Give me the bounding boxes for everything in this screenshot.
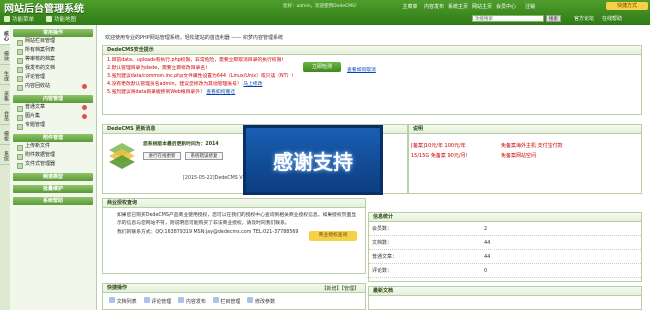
fix-link[interactable]: 马上修改 [243, 82, 262, 87]
license-query-button[interactable]: 商业授权查询 [309, 231, 357, 241]
comment-icon [143, 297, 150, 303]
warn-line: 4.没有更改默认管理员名admin，建议您修改为其他管理账号！ 马上修改 [107, 82, 263, 87]
stats-title: 信息统计 [369, 213, 641, 222]
menu-icon [4, 16, 10, 22]
help-link[interactable]: 在线帮助 [602, 15, 622, 22]
tab-generate[interactable]: 生成 [0, 65, 10, 85]
stat-row: 会员数： 2 [369, 222, 641, 236]
security-title: DedeCMS安全提示 [103, 46, 641, 55]
sidebar-item[interactable]: 图片集 [13, 112, 93, 121]
group-common[interactable]: 常用操作 [13, 29, 93, 37]
add-quick-link[interactable]: 【新增】 [321, 286, 341, 292]
recycle-icon [82, 84, 87, 89]
thanks-text: 感谢支持 [273, 149, 353, 174]
license-text: 如果您已购买DedeCMS产品商业使用授权，您可以在我们的授权中心查询到相关商业… [117, 213, 357, 226]
quick-item[interactable]: 评论管理 [143, 297, 171, 305]
sidebar-item[interactable]: 附件数据管理 [13, 151, 93, 160]
stat-row: 普通文章： 44 [369, 250, 641, 264]
app-title: 网站后台管理系统 [4, 4, 84, 15]
thanks-banner: 感谢支持 [243, 125, 383, 195]
quick-ops-panel: 快捷操作 【新增】【管理】 文档列表 评论管理 内容发布 栏目管理 修改参数 [102, 283, 366, 310]
latest-title: 最新文档 [369, 287, 641, 296]
quick-item[interactable]: 栏目管理 [212, 297, 240, 305]
list-icon [109, 297, 115, 303]
ad-link[interactable]: 免备案海外主机 支付宝付款 [501, 142, 563, 149]
ad-line[interactable]: [备案]10元/年 100元/年 [411, 142, 466, 149]
manage-quick-link[interactable]: 【管理】 [341, 286, 359, 292]
sidebar-item[interactable]: 我发布的文档 [13, 64, 93, 73]
sidebar-item[interactable]: 评论管理 [13, 73, 93, 82]
tab-member[interactable]: 会员 [0, 105, 10, 125]
settings-icon [247, 297, 254, 303]
ad-link[interactable]: 免备案网站空间 [501, 152, 536, 159]
sidebar-item[interactable]: 专题管理 [13, 121, 93, 130]
add-icon[interactable] [82, 105, 87, 110]
search-input[interactable]: 功能搜索 [472, 15, 544, 22]
ad-title: 说明 [409, 125, 641, 134]
sidebar-item[interactable]: 等审核的档案 [13, 55, 93, 64]
left-tabs: 核心 模块 生成 采集 会员 模板 系统 [0, 25, 10, 310]
sidebar-item[interactable]: 普通文章 [13, 103, 93, 112]
tab-template[interactable]: 模板 [0, 125, 10, 145]
nav-logout[interactable]: 注销 [518, 1, 542, 10]
group-batch[interactable]: 批量维护 [13, 185, 93, 193]
update-logo-icon [109, 143, 135, 169]
category-icon [212, 297, 219, 303]
fix-button[interactable]: 系统错误修复 [185, 152, 223, 160]
warn-line: 1.目前data、uploads有执行.php权限，非常危险，需要立即取消目录的… [107, 58, 287, 63]
welcome-text: 您好：admin，欢迎使用DedeCMS！ [283, 4, 360, 9]
check-button[interactable]: 立即检测 [303, 62, 341, 72]
quick-item[interactable]: 修改参数 [247, 297, 275, 305]
stat-row: 文档数： 44 [369, 236, 641, 250]
publish-icon [178, 297, 185, 303]
update-text: 您系统版本最后更新时间为：2014 [143, 142, 219, 147]
tab-system[interactable]: 系统 [0, 145, 10, 165]
nav-member[interactable]: 会员中心 [494, 1, 518, 10]
warn-line: 5.强烈建议将data目录搬移到Web根目录外！ 查看如何搬迁 [107, 90, 236, 95]
add-icon[interactable] [82, 114, 87, 119]
top-header: 网站后台管理系统 功能菜单 功能地图 您好：admin，欢迎使用DedeCMS！… [0, 0, 650, 25]
sidebar-item[interactable]: 文件式管理器 [13, 160, 93, 169]
map-icon [46, 16, 53, 22]
latest-panel: 最新文档 [368, 286, 642, 310]
stats-panel: 信息统计 会员数： 2 文档数： 44 普通文章： 44 评论数： 0 [368, 212, 642, 282]
sidebar-item[interactable]: 上传新文件 [13, 142, 93, 151]
sidebar-item[interactable]: 网站栏目管理 [13, 37, 93, 46]
group-help[interactable]: 系统帮助 [13, 197, 93, 205]
nav-home[interactable]: 系统主页 [446, 1, 470, 10]
stat-row: 评论数： 0 [369, 264, 641, 278]
breadcrumb: 欢迎使用专业的PHP网站管理系统，轻松建站的首选利器 —— 织梦内容管理系统 [105, 35, 283, 41]
forum-link[interactable]: 官方论坛 [574, 15, 594, 22]
cancel-link[interactable]: 查看如何取消 [347, 66, 376, 73]
group-attach[interactable]: 附件管理 [13, 134, 93, 142]
tab-collect[interactable]: 采集 [0, 85, 10, 105]
tab-core[interactable]: 核心 [0, 25, 10, 45]
warn-line: 3.强烈建议data/common.inc.php文件属性设置为644（Linu… [107, 74, 297, 79]
search-button[interactable]: 搜索 [546, 15, 561, 22]
map-link[interactable]: 功能地图 [46, 15, 76, 23]
group-content[interactable]: 内容管理 [13, 95, 93, 103]
nav-site[interactable]: 网站主页 [470, 1, 494, 10]
security-panel: DedeCMS安全提示 1.目前data、uploads有执行.php权限，非常… [102, 45, 642, 115]
quick-menu-button[interactable]: 快捷方式 [606, 2, 648, 10]
license-panel: 商业授权查询 如果您已购买DedeCMS产品商业使用授权，您可以在我们的授权中心… [102, 198, 366, 274]
tab-module[interactable]: 模块 [0, 45, 10, 65]
sidebar-item[interactable]: 内容回收站 [13, 82, 93, 91]
quick-item[interactable]: 内容发布 [178, 297, 206, 305]
ad-line[interactable]: 15/15G 免备案 90元/月！ [411, 152, 471, 159]
nav-main[interactable]: 主菜单 [398, 1, 422, 10]
sidebar: 常用操作 网站栏目管理 所有档案列表 等审核的档案 我发布的文档 评论管理 内容… [10, 25, 97, 310]
sidebar-item[interactable]: 所有档案列表 [13, 46, 93, 55]
nav-publish[interactable]: 内容发布 [422, 1, 446, 10]
group-channel[interactable]: 频道模型 [13, 173, 93, 181]
move-link[interactable]: 查看如何搬迁 [206, 90, 235, 95]
quick-item[interactable]: 文档列表 [109, 297, 137, 305]
top-nav: 主菜单 内容发布 系统主页 网站主页 会员中心 注销 [398, 1, 542, 10]
menu-link[interactable]: 功能菜单 [4, 15, 34, 23]
online-update-button[interactable]: 进行在线更新 [143, 152, 181, 160]
ad-panel: 说明 [备案]10元/年 100元/年 15/15G 免备案 90元/月！ 免备… [408, 124, 642, 194]
license-title: 商业授权查询 [103, 199, 365, 208]
